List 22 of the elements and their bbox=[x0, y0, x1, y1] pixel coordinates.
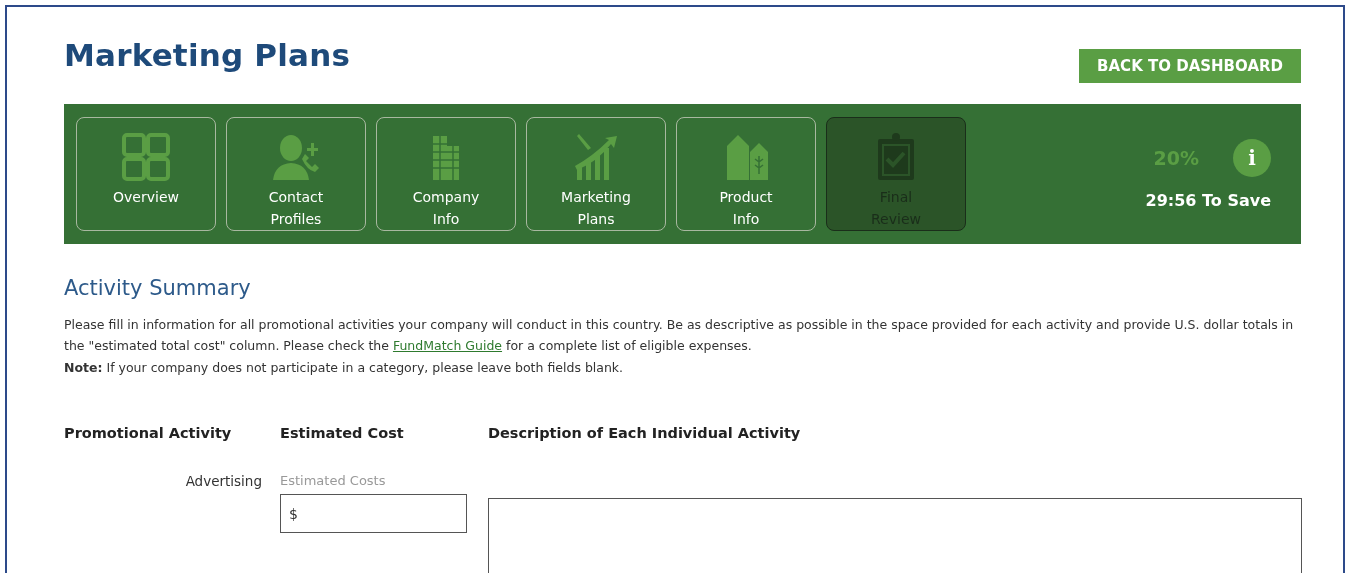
step-tile[interactable]: Company Info bbox=[376, 117, 516, 231]
column-header: Description of Each Individual Activity bbox=[488, 425, 802, 441]
info-badge[interactable]: i bbox=[1233, 138, 1271, 177]
step-tile[interactable]: Marketing Plans bbox=[526, 117, 666, 231]
note-text: Note: If your company does not participate in a category, please leave both fields blank. bbox=[64, 360, 625, 375]
cost-label: Estimated Costs bbox=[280, 473, 387, 488]
column-header: Promotional Activity bbox=[64, 425, 233, 441]
guide-link[interactable]: FundMatch Guide bbox=[392, 338, 503, 353]
description-field[interactable] bbox=[488, 498, 1302, 573]
section-title: Activity Summary bbox=[64, 276, 252, 300]
step-tile[interactable]: Product Info bbox=[676, 117, 816, 231]
step-tile[interactable]: Overview bbox=[76, 117, 216, 231]
intro-paragraph: Please fill in information for all promotional activities your company will conduct in this country. Be as descriptive as possible in the space provided for each activity and provide U.S. dollar totals in the "estimated total cost" column. Please check the FundMatch Guide for a complete list of eligible expenses. bbox=[64, 316, 1295, 355]
grid-icon bbox=[121, 132, 171, 182]
back-to-dashboard-button[interactable]: BACK TO DASHBOARD bbox=[1079, 49, 1301, 83]
column-header: Estimated Cost bbox=[280, 425, 405, 441]
contact-add-icon bbox=[271, 132, 321, 182]
save-timer: 29:56 To Save bbox=[1145, 190, 1271, 210]
cost-input[interactable]: $ bbox=[280, 494, 467, 533]
step-tile[interactable]: Contact Profiles bbox=[226, 117, 366, 231]
page-title: Marketing Plans bbox=[64, 37, 351, 73]
activity-label: Advertising bbox=[184, 473, 263, 491]
